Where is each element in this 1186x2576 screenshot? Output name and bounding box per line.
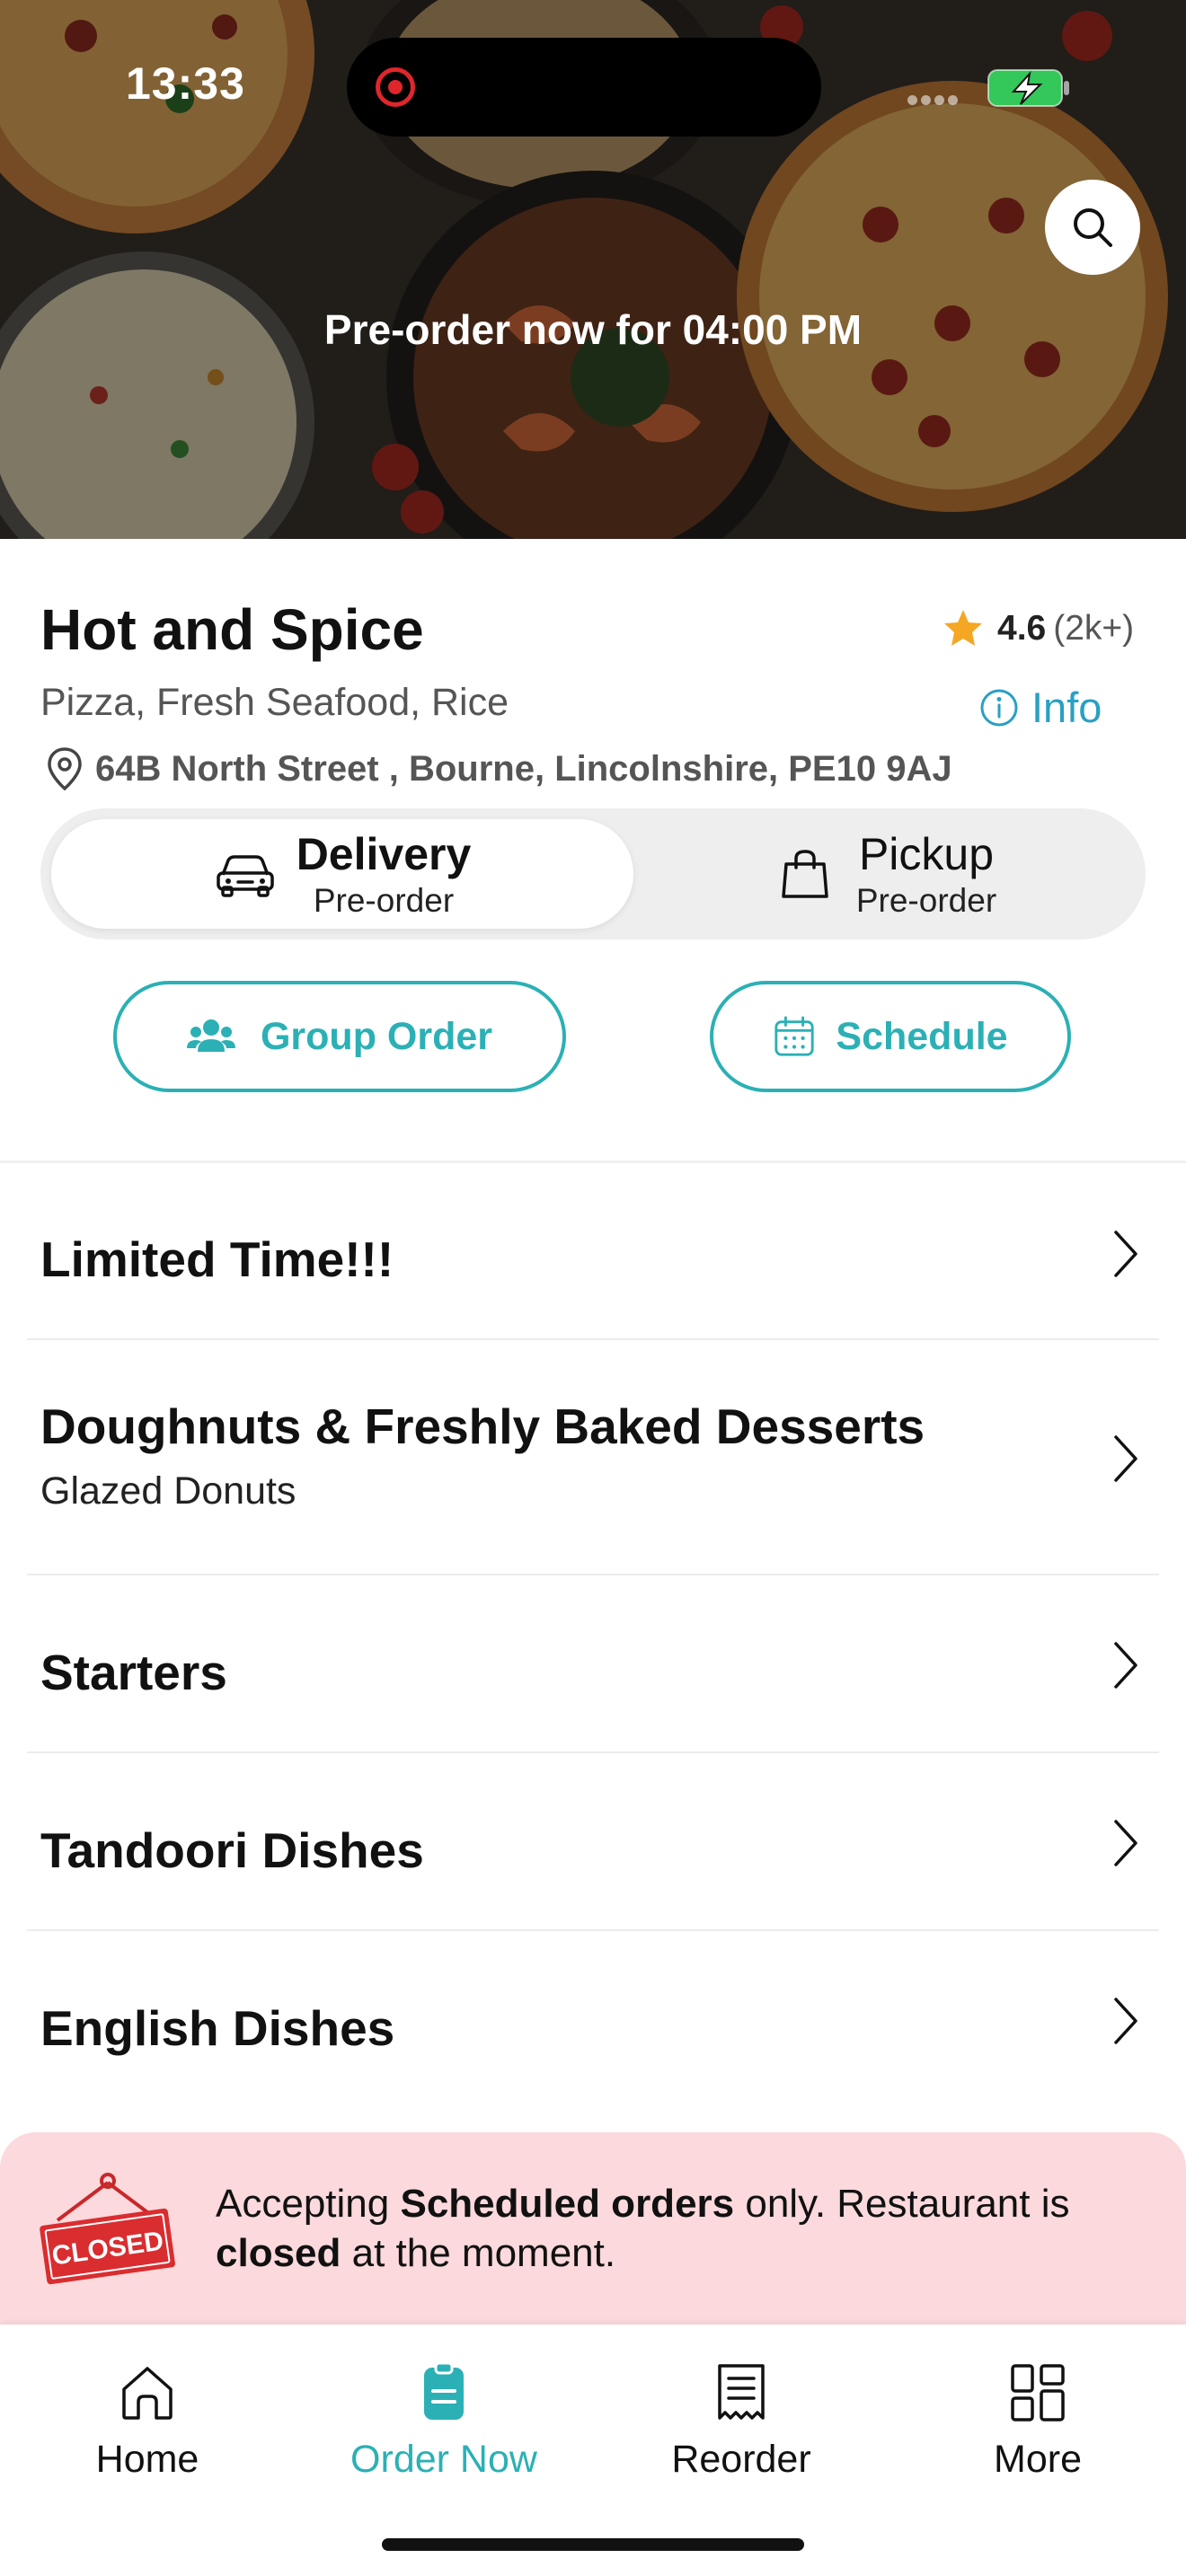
order-mode-toggle: Delivery Pre-order Pickup Pre-order — [40, 808, 1146, 940]
restaurant-cuisines: Pizza, Fresh Seafood, Rice — [40, 681, 509, 724]
menu-category-title: English Dishes — [40, 2000, 395, 2056]
closed-msg-part3: at the moment. — [341, 2231, 616, 2275]
location-pin-icon — [48, 747, 82, 791]
tab-home[interactable]: Home — [13, 2360, 282, 2482]
chevron-right-icon — [1114, 1998, 1137, 2044]
closed-msg-bold1: Scheduled orders — [400, 2182, 735, 2226]
restaurant-address: 64B North Street , Bourne, Lincolnshire,… — [45, 745, 952, 792]
status-time: 13:33 — [126, 58, 245, 109]
chevron-right-icon — [1114, 1231, 1137, 1277]
search-icon — [1074, 208, 1112, 247]
info-button[interactable]: Info — [979, 683, 1102, 732]
receipt-icon — [718, 2364, 765, 2420]
tab-reorder[interactable]: Reorder — [606, 2360, 876, 2482]
home-icon — [122, 2367, 173, 2420]
search-button[interactable] — [1045, 180, 1140, 275]
home-indicator — [382, 2538, 804, 2551]
menu-category-title: Doughnuts & Freshly Baked Desserts — [40, 1398, 925, 1454]
tab-label: Order Now — [350, 2438, 537, 2481]
group-order-label: Group Order — [260, 1014, 493, 1058]
delivery-label: Delivery — [296, 829, 472, 879]
chevron-right-icon — [1114, 1435, 1137, 1482]
battery-charging-icon — [987, 69, 1069, 107]
restaurant-name: Hot and Spice — [40, 597, 424, 662]
chevron-right-icon — [1114, 1820, 1137, 1866]
closed-message: Accepting Scheduled orders only. Restaur… — [216, 2179, 1150, 2278]
tab-label: More — [994, 2438, 1082, 2481]
menu-category-title: Tandoori Dishes — [40, 1822, 424, 1878]
info-label: Info — [1031, 684, 1102, 731]
group-order-button[interactable]: Group Order — [113, 981, 566, 1092]
menu-category-tandoori[interactable]: Tandoori Dishes — [27, 1753, 1159, 1931]
menu-category-limited-time[interactable]: Limited Time!!! — [27, 1164, 1159, 1340]
menu-category-doughnuts[interactable]: Doughnuts & Freshly Baked Desserts Glaze… — [27, 1340, 1159, 1575]
grid-icon — [1011, 2364, 1065, 2422]
menu-category-title: Limited Time!!! — [40, 1231, 394, 1287]
schedule-button[interactable]: Schedule — [710, 981, 1071, 1092]
restaurant-rating: 4.6 (2k+) — [942, 604, 1134, 654]
signal-icon — [907, 93, 969, 106]
pickup-label: Pickup — [858, 829, 995, 879]
car-icon — [216, 855, 274, 897]
section-divider — [0, 1160, 1186, 1163]
closed-sign-icon: CLOSED — [40, 2173, 175, 2285]
closed-msg-bold2: closed — [216, 2231, 341, 2275]
shopping-bag-icon — [782, 850, 828, 898]
pickup-option[interactable]: Pickup Pre-order — [633, 819, 1137, 929]
rating-value: 4.6 — [997, 609, 1047, 648]
chevron-right-icon — [1114, 1642, 1137, 1689]
closed-notice: CLOSED Accepting Scheduled orders only. … — [0, 2132, 1186, 2325]
screen-recording-icon — [376, 67, 415, 107]
tab-label: Reorder — [671, 2438, 811, 2481]
delivery-option[interactable]: Delivery Pre-order — [51, 819, 633, 929]
tab-more[interactable]: More — [903, 2360, 1173, 2482]
schedule-label: Schedule — [836, 1014, 1008, 1058]
dynamic-island — [347, 38, 821, 137]
order-icon — [424, 2361, 464, 2420]
preorder-banner-text: Pre-order now for 04:00 PM — [323, 306, 863, 353]
delivery-sub: Pre-order — [313, 882, 455, 919]
address-text: 64B North Street , Bourne, Lincolnshire,… — [95, 748, 952, 789]
star-icon — [944, 610, 982, 646]
rating-count: (2k+) — [1053, 609, 1135, 648]
closed-msg-part2: only. Restaurant is — [734, 2182, 1070, 2226]
info-icon — [980, 689, 1018, 726]
tab-order-now[interactable]: Order Now — [309, 2360, 579, 2482]
menu-category-starters[interactable]: Starters — [27, 1575, 1159, 1753]
menu-category-english[interactable]: English Dishes — [27, 1931, 1159, 2109]
group-icon — [186, 1019, 235, 1052]
closed-msg-part1: Accepting — [216, 2182, 401, 2226]
tab-label: Home — [95, 2438, 199, 2481]
menu-category-subtitle: Glazed Donuts — [40, 1469, 296, 1513]
menu-category-title: Starters — [40, 1645, 227, 1700]
pickup-sub: Pre-order — [855, 882, 997, 919]
calendar-icon — [774, 1016, 815, 1056]
